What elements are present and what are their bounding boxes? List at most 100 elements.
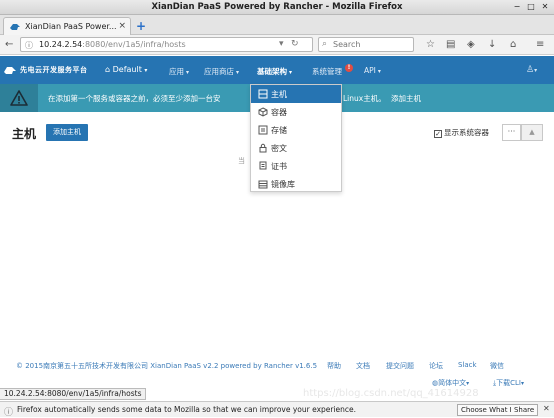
env-name: Default: [112, 65, 142, 74]
empty-state-text: 当: [238, 157, 245, 165]
chevron-down-icon: ▾: [289, 69, 293, 76]
env-home-icon: ⌂: [105, 65, 111, 74]
nav-api-label: API: [364, 66, 376, 75]
url-path: :8080/env/1a5/infra/hosts: [82, 40, 186, 49]
dropdown-item-certificates[interactable]: 证书: [251, 157, 341, 175]
chevron-down-icon: ▾: [377, 68, 381, 75]
host-icon: [258, 89, 268, 99]
banner-message-tail: Linux主机。: [343, 94, 386, 103]
container-icon: [258, 107, 268, 117]
nav-api[interactable]: API ▾: [364, 66, 381, 75]
watermark-text: https://blog.csdn.net/qq_41614928: [303, 388, 479, 399]
chevron-down-icon: ▾: [186, 69, 190, 76]
footer-link-wechat[interactable]: 微信: [490, 361, 504, 371]
url-host: 10.24.2.54: [39, 40, 83, 49]
info-icon: ⓘ: [4, 408, 14, 418]
certificate-icon: [259, 161, 267, 170]
nav-apps-label: 应用: [169, 67, 184, 76]
footer-link-docs[interactable]: 文档: [356, 361, 370, 371]
bookmark-star-icon[interactable]: ☆: [426, 38, 435, 52]
nav-infrastructure[interactable]: 基础架构 ▾: [257, 66, 292, 77]
close-icon[interactable]: ✕: [543, 404, 550, 413]
choose-what-i-share-button[interactable]: Choose What I Share: [457, 404, 539, 416]
dropdown-arrow-icon[interactable]: ▾: [279, 39, 284, 49]
footer-copyright: © 2015南京第五十五所技术开发有限公司 XianDian PaaS v2.2…: [16, 362, 318, 370]
dropdown-item-registries[interactable]: 镜像库: [251, 175, 341, 193]
home-icon[interactable]: ⌂: [510, 38, 516, 52]
close-window-icon[interactable]: ✕: [540, 2, 550, 12]
notification-bar: ⓘ Firefox automatically sends some data …: [0, 401, 554, 418]
nav-infrastructure-label: 基础架构: [257, 67, 287, 76]
minimize-icon[interactable]: −: [512, 2, 522, 12]
infrastructure-dropdown: 主机 容器 存储 密文 证书 镜像库: [250, 84, 342, 192]
dropdown-item-label: 密文: [271, 144, 287, 153]
download-cli[interactable]: ⤓下载CLI▾: [493, 378, 524, 388]
reading-list-icon[interactable]: ▤: [446, 38, 455, 52]
logo-text: 先电云开发服务平台: [20, 66, 88, 74]
banner-message: 在添加第一个服务或容器之前，必须至少添加一台安: [48, 94, 221, 103]
pocket-icon[interactable]: ◈: [467, 38, 475, 52]
checkbox-checked-icon[interactable]: ✓: [434, 130, 442, 138]
download-icon[interactable]: ↓: [488, 38, 496, 52]
dropdown-item-label: 证书: [271, 162, 287, 171]
window-title: XianDian PaaS Powered by Rancher - Mozil…: [151, 2, 403, 12]
collapse-button[interactable]: ▲: [521, 124, 543, 141]
dropdown-item-containers[interactable]: 容器: [251, 103, 341, 121]
lock-icon: [259, 143, 267, 153]
storage-icon: [258, 125, 268, 135]
show-system-label: 显示系统容器: [444, 128, 489, 137]
dropdown-item-label: 容器: [271, 108, 287, 117]
close-tab-icon[interactable]: ×: [118, 21, 126, 31]
download-cli-label: 下载CLI: [496, 379, 521, 387]
status-url: 10.24.2.54:8080/env/1a5/infra/hosts: [0, 388, 147, 400]
chevron-down-icon: ▾: [520, 380, 524, 387]
footer-link-slack[interactable]: Slack: [458, 361, 477, 369]
menu-icon[interactable]: ≡: [536, 38, 544, 52]
nav-admin[interactable]: 系统管理: [312, 66, 342, 77]
nav-admin-label: 系统管理: [312, 67, 342, 76]
chevron-down-icon: ▾: [144, 67, 148, 74]
url-text: 10.24.2.54:8080/env/1a5/infra/hosts: [39, 40, 186, 49]
language-label: 简体中文: [438, 379, 467, 387]
tab-bar: XianDian PaaS Power... × +: [0, 15, 554, 35]
add-host-button[interactable]: 添加主机: [46, 124, 88, 141]
browser-tab[interactable]: XianDian PaaS Power... ×: [3, 17, 131, 35]
warning-icon-box: [0, 84, 38, 112]
tab-label: XianDian PaaS Power...: [25, 22, 117, 31]
language-selector[interactable]: ◍简体中文▾: [432, 378, 469, 388]
search-input[interactable]: [333, 39, 411, 50]
back-icon[interactable]: ←: [5, 38, 13, 52]
nav-apps[interactable]: 应用 ▾: [169, 66, 189, 77]
footer-link-forum[interactable]: 论坛: [429, 361, 443, 371]
reload-icon[interactable]: ↻: [291, 39, 299, 49]
banner-add-host-link[interactable]: 添加主机: [391, 93, 421, 104]
more-options-button[interactable]: ···: [502, 124, 521, 141]
logo-mark-icon: [4, 67, 16, 74]
warning-icon: [10, 90, 28, 106]
dropdown-item-label: 镜像库: [271, 180, 295, 189]
environment-selector[interactable]: ⌂ Default ▾: [105, 65, 147, 74]
triangle-up-icon: ▲: [529, 128, 535, 136]
nav-catalog[interactable]: 应用商店 ▾: [204, 66, 239, 77]
user-icon[interactable]: ♙▾: [526, 65, 537, 75]
show-system-containers[interactable]: ✓ 显示系统容器: [434, 127, 489, 138]
window-titlebar: XianDian PaaS Powered by Rancher - Mozil…: [0, 0, 554, 15]
chevron-down-icon: ▾: [236, 69, 240, 76]
rancher-favicon-icon: [10, 24, 20, 30]
admin-alert-badge: !: [345, 64, 353, 72]
info-icon[interactable]: ⓘ: [25, 40, 33, 51]
new-tab-icon[interactable]: +: [136, 19, 146, 33]
navigation-toolbar: ← ⓘ 10.24.2.54:8080/env/1a5/infra/hosts …: [0, 35, 554, 55]
page-title: 主机: [12, 127, 37, 141]
search-box[interactable]: ⌕: [318, 37, 414, 52]
maximize-icon[interactable]: □: [526, 2, 536, 12]
dropdown-item-storage[interactable]: 存储: [251, 121, 341, 139]
dropdown-item-secrets[interactable]: 密文: [251, 139, 341, 157]
search-icon: ⌕: [322, 39, 328, 49]
chevron-down-icon: ▾: [466, 380, 470, 387]
url-bar[interactable]: ⓘ 10.24.2.54:8080/env/1a5/infra/hosts ↻ …: [20, 37, 313, 52]
footer-link-issue[interactable]: 提交问题: [386, 361, 414, 371]
footer-link-help[interactable]: 帮助: [327, 361, 341, 371]
dropdown-item-hosts[interactable]: 主机: [251, 85, 341, 103]
app-navbar: 先电云开发服务平台 ⌂ Default ▾ 应用 ▾ 应用商店 ▾ 基础架构 ▾ 系统…: [0, 56, 554, 84]
